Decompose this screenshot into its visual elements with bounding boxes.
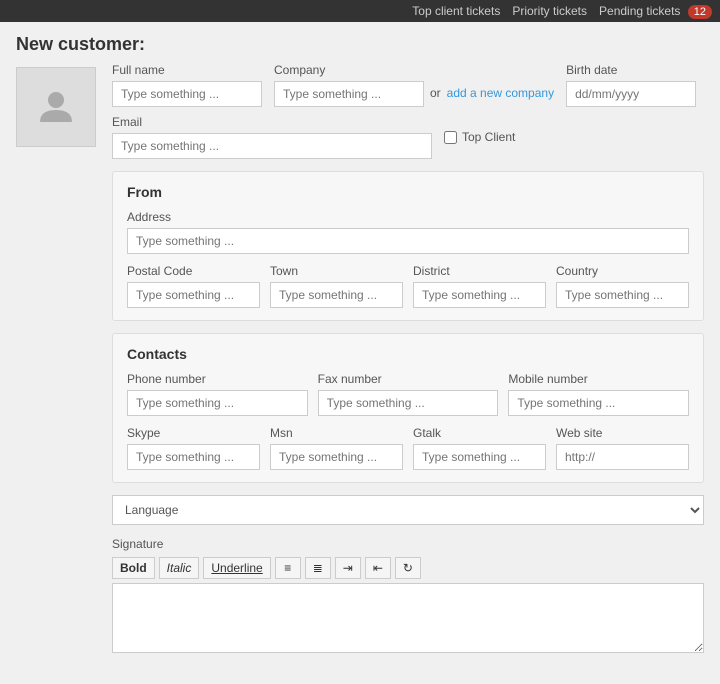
country-field-group: Country [556,264,689,308]
signature-section: Signature Bold Italic Underline ≡ ≣ ⇥ ⇤ … [112,537,704,656]
skype-label: Skype [127,426,260,440]
email-label: Email [112,115,432,129]
email-field-group: Email [112,115,432,159]
add-company-link[interactable]: add a new company [447,86,554,100]
fax-field-group: Fax number [318,372,499,416]
postal-code-input[interactable] [127,282,260,308]
town-input[interactable] [270,282,403,308]
priority-tickets-nav[interactable]: Priority tickets [512,4,587,18]
or-text: or [430,86,441,100]
signature-textarea[interactable] [112,583,704,653]
company-label: Company [274,63,424,77]
email-row: Email Top Client [112,115,704,159]
gtalk-input[interactable] [413,444,546,470]
fullname-field-group: Full name [112,63,262,107]
contacts-grid-row1: Phone number Fax number Mobile number [127,372,689,416]
email-input[interactable] [112,133,432,159]
fullname-label: Full name [112,63,262,77]
company-field-group: Company [274,63,424,107]
postal-code-label: Postal Code [127,264,260,278]
address-input[interactable] [127,228,689,254]
gtalk-label: Gtalk [413,426,546,440]
phone-field-group: Phone number [127,372,308,416]
website-field-group: Web site [556,426,689,470]
bold-button[interactable]: Bold [112,557,155,579]
town-field-group: Town [270,264,403,308]
italic-button[interactable]: Italic [159,557,200,579]
town-label: Town [270,264,403,278]
signature-label: Signature [112,537,704,551]
avatar[interactable] [16,67,96,147]
basic-fields-row1: Full name Company or add a new company B… [112,63,704,107]
msn-input[interactable] [270,444,403,470]
top-client-check: Top Client [444,130,515,144]
fax-label: Fax number [318,372,499,386]
country-label: Country [556,264,689,278]
country-input[interactable] [556,282,689,308]
from-section: From Address Postal Code Town District [112,171,704,321]
avatar-icon [36,86,76,129]
unordered-list-button[interactable]: ≣ [305,557,331,579]
website-label: Web site [556,426,689,440]
from-section-title: From [127,184,689,200]
main-content: Full name Company or add a new company B… [0,63,720,684]
district-input[interactable] [413,282,546,308]
underline-button[interactable]: Underline [203,557,270,579]
form-area: Full name Company or add a new company B… [112,63,704,668]
contacts-section-title: Contacts [127,346,689,362]
company-input[interactable] [274,81,424,107]
fax-input[interactable] [318,390,499,416]
birthdate-field-group: Birth date [566,63,696,107]
postal-code-field-group: Postal Code [127,264,260,308]
ordered-list-button[interactable]: ≡ [275,557,301,579]
company-row: Company or add a new company [274,63,554,107]
phone-label: Phone number [127,372,308,386]
pending-tickets-nav[interactable]: Pending tickets 12 [599,4,712,18]
msn-label: Msn [270,426,403,440]
outdent-button[interactable]: ⇤ [365,557,391,579]
skype-field-group: Skype [127,426,260,470]
skype-input[interactable] [127,444,260,470]
district-label: District [413,264,546,278]
address-field-group: Address [127,210,689,254]
contacts-section: Contacts Phone number Fax number Mobile … [112,333,704,483]
birthdate-input[interactable] [566,81,696,107]
birthdate-label: Birth date [566,63,696,77]
mobile-label: Mobile number [508,372,689,386]
district-field-group: District [413,264,546,308]
phone-input[interactable] [127,390,308,416]
top-client-tickets-nav[interactable]: Top client tickets [412,4,500,18]
gtalk-field-group: Gtalk [413,426,546,470]
page-title: New customer: [0,22,720,63]
address-label: Address [127,210,689,224]
top-client-checkbox[interactable] [444,131,457,144]
pending-badge: 12 [688,5,712,19]
language-select[interactable]: Language [112,495,704,525]
mobile-input[interactable] [508,390,689,416]
website-input[interactable] [556,444,689,470]
msn-field-group: Msn [270,426,403,470]
mobile-field-group: Mobile number [508,372,689,416]
undo-button[interactable]: ↻ [395,557,421,579]
signature-toolbar: Bold Italic Underline ≡ ≣ ⇥ ⇤ ↻ [112,557,704,579]
fullname-input[interactable] [112,81,262,107]
indent-button[interactable]: ⇥ [335,557,361,579]
top-client-label: Top Client [462,130,515,144]
contacts-grid-row2: Skype Msn Gtalk Web site [127,426,689,470]
top-nav: Top client tickets Priority tickets Pend… [0,0,720,22]
addr-row: Postal Code Town District Country [127,264,689,308]
